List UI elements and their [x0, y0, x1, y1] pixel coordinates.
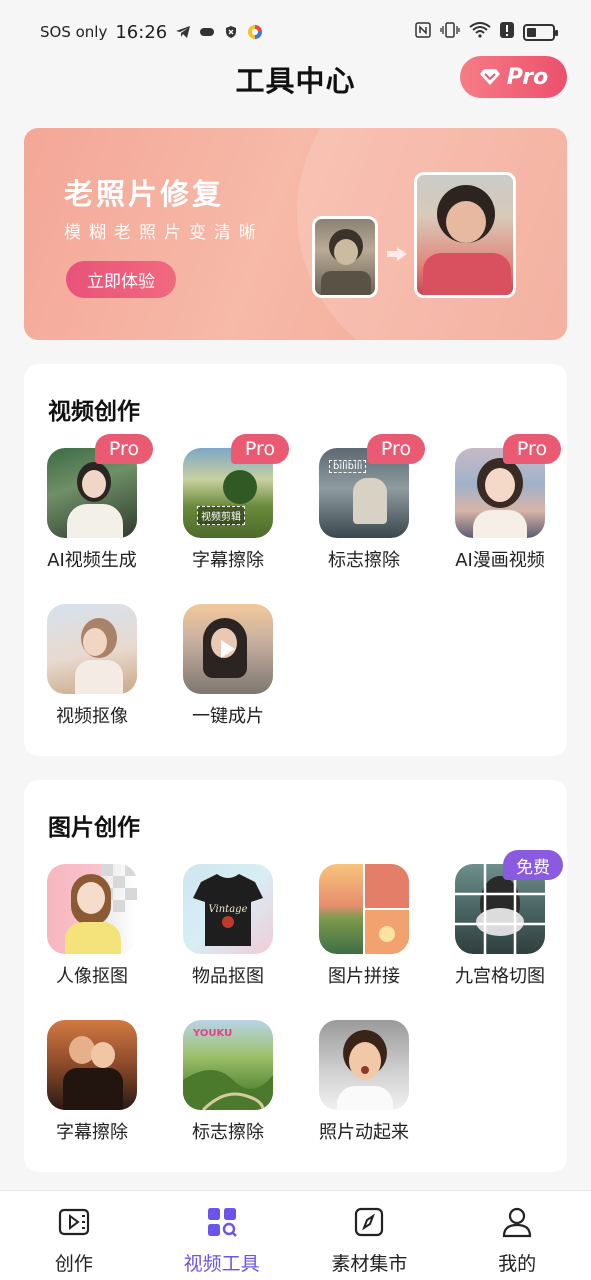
- tool-ai-comic-video[interactable]: Pro AI漫画视频: [432, 434, 562, 588]
- battery-icon: [523, 23, 558, 41]
- pro-label: Pro: [506, 64, 549, 90]
- nfc-icon: [415, 22, 431, 42]
- carrier-text: SOS only: [40, 23, 108, 41]
- video-creation-section: 视频创作 Pro AI视频生成 视频剪辑 Pro 字幕擦除 bilibili P…: [24, 364, 567, 756]
- tool-logo-erase-image[interactable]: YOUKU 标志擦除: [160, 1020, 290, 1160]
- play-icon: [221, 640, 235, 658]
- section-title: 图片创作: [48, 815, 140, 841]
- subtitle-erase-image-thumbnail: [47, 1020, 137, 1110]
- tool-label: 视频抠像: [56, 706, 128, 727]
- tool-label: 九宫格切图: [455, 966, 545, 987]
- tab-video-tools[interactable]: 视频工具: [148, 1191, 296, 1280]
- tool-label: 字幕擦除: [56, 1122, 128, 1143]
- image-creation-section: 图片创作 人像抠图 Vintage 物品抠图 图片拼接 免费 九宫格切图 字幕擦…: [24, 780, 567, 1172]
- tool-label: AI视频生成: [47, 550, 137, 571]
- one-click-film-thumbnail: [183, 604, 273, 694]
- tool-object-cutout[interactable]: Vintage 物品抠图: [160, 864, 290, 1004]
- free-tag: 免费: [503, 850, 563, 880]
- telegram-icon: [175, 24, 191, 40]
- clock: 16:26: [115, 21, 168, 43]
- banner-title: 老照片修复: [64, 177, 225, 211]
- logo-erase-image-thumbnail: YOUKU: [183, 1020, 273, 1110]
- section-title: 视频创作: [48, 399, 140, 425]
- tool-animate-photo[interactable]: 照片动起来: [296, 1020, 426, 1160]
- bottom-tab-bar: 创作 视频工具 素材集市 我的: [0, 1190, 591, 1280]
- portrait-cutout-thumbnail: [47, 864, 137, 954]
- pro-tag: Pro: [95, 434, 153, 464]
- pro-tag: Pro: [231, 434, 289, 464]
- tool-label: 图片拼接: [328, 966, 400, 987]
- compass-icon: [355, 1207, 384, 1237]
- video-matting-thumbnail: [47, 604, 137, 694]
- arrow-right-icon: [387, 247, 407, 261]
- grid-tools-icon: [207, 1208, 237, 1237]
- vibrate-icon: [440, 22, 460, 42]
- video-edit-icon: [58, 1208, 89, 1236]
- tool-logo-erase[interactable]: bilibili Pro 标志擦除: [296, 434, 426, 588]
- old-photo-image: [312, 216, 378, 298]
- image-stitch-thumbnail: [319, 864, 409, 954]
- object-cutout-thumbnail: Vintage: [183, 864, 273, 954]
- tab-label: 我的: [498, 1253, 537, 1275]
- tool-portrait-cutout[interactable]: 人像抠图: [24, 864, 154, 1004]
- pro-button[interactable]: Pro: [460, 56, 567, 98]
- tool-label: AI漫画视频: [455, 550, 545, 571]
- alert-icon: [500, 22, 514, 42]
- person-icon: [503, 1207, 532, 1238]
- animate-photo-thumbnail: [319, 1020, 409, 1110]
- tool-label: 照片动起来: [319, 1122, 409, 1143]
- try-now-button[interactable]: 立即体验: [66, 261, 176, 298]
- overlay-label: Vintage: [209, 904, 248, 915]
- tool-label: 字幕擦除: [192, 550, 264, 571]
- tab-create[interactable]: 创作: [0, 1191, 148, 1280]
- pro-tag: Pro: [367, 434, 425, 464]
- wifi-icon: [469, 22, 491, 42]
- tool-label: 人像抠图: [56, 966, 128, 987]
- tool-one-click-film[interactable]: 一键成片: [160, 604, 290, 744]
- tool-subtitle-erase[interactable]: 视频剪辑 Pro 字幕擦除: [160, 434, 290, 588]
- tab-materials-market[interactable]: 素材集市: [296, 1191, 444, 1280]
- tool-label: 标志擦除: [192, 1122, 264, 1143]
- tool-label: 一键成片: [192, 706, 264, 727]
- shield-icon: [223, 24, 239, 40]
- tool-subtitle-erase-image[interactable]: 字幕擦除: [24, 1020, 154, 1160]
- pro-tag: Pro: [503, 434, 561, 464]
- overlay-label: 视频剪辑: [197, 506, 245, 525]
- old-photo-repair-banner[interactable]: 老照片修复 模糊老照片变清晰 立即体验: [24, 128, 567, 340]
- tab-label: 创作: [54, 1253, 93, 1275]
- tool-image-stitch[interactable]: 图片拼接: [296, 864, 426, 1004]
- tab-label: 素材集市: [331, 1253, 408, 1275]
- tool-ai-video[interactable]: Pro AI视频生成: [24, 434, 154, 588]
- tool-video-matting[interactable]: 视频抠像: [24, 604, 154, 744]
- app-colorful-icon: [247, 24, 263, 40]
- restored-photo-image: [414, 172, 516, 298]
- overlay-label: bilibili: [329, 460, 367, 473]
- tool-nine-grid-cut[interactable]: 免费 九宫格切图: [432, 850, 563, 1004]
- tab-mine[interactable]: 我的: [443, 1191, 591, 1280]
- tool-label: 物品抠图: [192, 966, 264, 987]
- diamond-icon: [479, 69, 500, 85]
- banner-subtitle: 模糊老照片变清晰: [64, 223, 264, 243]
- tool-label: 标志擦除: [328, 550, 400, 571]
- header: 工具中心 Pro: [0, 52, 591, 104]
- game-icon: [199, 24, 215, 40]
- tab-label: 视频工具: [183, 1253, 260, 1275]
